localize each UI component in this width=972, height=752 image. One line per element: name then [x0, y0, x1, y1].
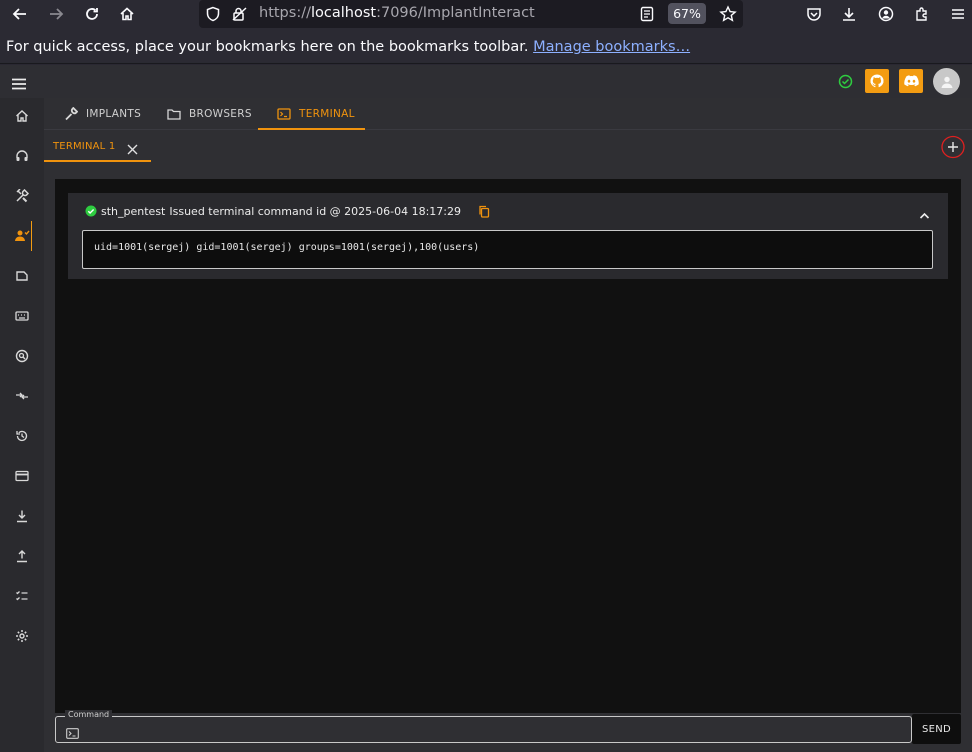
command-input[interactable]: Command — [55, 710, 912, 743]
url-scheme: https:// — [259, 5, 311, 21]
connected-status-icon — [838, 74, 853, 93]
tab-terminal[interactable]: TERMINAL — [277, 98, 355, 130]
bookmarks-message: For quick access, place your bookmarks h… — [6, 39, 690, 55]
upload-icon — [17, 550, 27, 563]
hamburger-menu-icon[interactable] — [11, 75, 27, 94]
users-icon — [15, 230, 30, 241]
command-user: sth_pentest — [101, 204, 166, 218]
folder-icon — [167, 109, 181, 120]
sidebar-item-download[interactable] — [0, 501, 44, 531]
wrench-icon — [65, 107, 78, 121]
history-icon — [16, 430, 28, 442]
terminal-icon — [277, 108, 291, 120]
extensions-icon[interactable] — [911, 3, 933, 25]
shield-icon[interactable] — [205, 6, 221, 26]
send-button[interactable]: SEND — [912, 714, 961, 744]
bookmark-star-icon[interactable] — [719, 5, 737, 27]
sidebar-item-home[interactable] — [0, 101, 44, 131]
tab-implants-label: IMPLANTS — [86, 108, 142, 120]
pocket-icon[interactable] — [803, 3, 825, 25]
sidebar-item-history[interactable] — [0, 421, 44, 451]
url-host: localhost — [310, 5, 377, 21]
terminal-tab-label: TERMINAL 1 — [53, 140, 116, 152]
add-terminal-button[interactable] — [941, 135, 965, 159]
downloads-icon[interactable] — [838, 3, 860, 25]
command-header: sth_pentest Issued terminal command id @… — [85, 203, 490, 219]
url-path: :7096/ImplantInteract — [376, 5, 535, 21]
app-bar — [0, 65, 972, 98]
github-icon[interactable] — [865, 69, 889, 93]
insecure-lock-icon[interactable] — [231, 6, 249, 26]
success-check-icon — [85, 205, 97, 217]
avatar[interactable] — [933, 68, 960, 95]
sidebar — [0, 98, 44, 752]
gear-icon — [16, 630, 28, 642]
sidebar-item-settings[interactable] — [0, 621, 44, 651]
browser-toolbar: https://localhost:7096/ImplantInteract 6… — [0, 0, 972, 28]
subtab-indicator — [44, 160, 151, 162]
sidebar-item-upload[interactable] — [0, 541, 44, 571]
sidebar-item-keylogger[interactable] — [0, 301, 44, 331]
zoom-level[interactable]: 67% — [668, 3, 706, 24]
terminal-tabs: TERMINAL 1 — [44, 130, 972, 162]
sidebar-item-files[interactable] — [0, 261, 44, 291]
plus-icon — [941, 135, 965, 159]
checklist-icon — [16, 591, 28, 601]
sidebar-item-payments[interactable] — [0, 461, 44, 491]
discord-icon[interactable] — [899, 69, 923, 93]
command-meta: Issued terminal command id @ 2025-06-04 … — [169, 204, 462, 218]
tab-browsers[interactable]: BROWSERS — [167, 98, 252, 130]
top-tabs: IMPLANTS BROWSERS TERMINAL — [44, 98, 972, 130]
tab-terminal-label: TERMINAL — [299, 108, 355, 120]
main-content: IMPLANTS BROWSERS TERMINAL TERMINAL 1 st… — [44, 98, 972, 752]
sidebar-item-implants[interactable] — [0, 221, 44, 251]
home-icon — [16, 110, 28, 122]
copy-icon[interactable] — [478, 205, 490, 218]
sidebar-item-tools[interactable] — [0, 181, 44, 211]
url-text[interactable]: https://localhost:7096/ImplantInteract — [259, 5, 535, 21]
swap-icon — [16, 392, 28, 400]
collapse-chevron-icon[interactable] — [919, 205, 930, 224]
tab-implants[interactable]: IMPLANTS — [64, 98, 141, 130]
file-icon — [16, 271, 28, 281]
account-icon[interactable] — [875, 3, 897, 25]
download-icon — [17, 510, 27, 523]
sidebar-item-tasks[interactable] — [0, 581, 44, 611]
manage-bookmarks-link[interactable]: Manage bookmarks… — [533, 39, 690, 55]
tab-browsers-label: BROWSERS — [189, 108, 252, 120]
card-icon — [15, 470, 29, 482]
sidebar-item-listeners[interactable] — [0, 141, 44, 171]
forward-icon[interactable] — [45, 3, 67, 25]
reader-view-icon[interactable] — [640, 6, 654, 26]
bookmarks-toolbar: For quick access, place your bookmarks h… — [0, 28, 972, 64]
terminal-output: sth_pentest Issued terminal command id @… — [55, 179, 961, 713]
address-bar[interactable]: https://localhost:7096/ImplantInteract 6… — [199, 0, 743, 28]
reload-icon[interactable] — [81, 3, 103, 25]
bookmarks-hint: For quick access, place your bookmarks h… — [6, 39, 529, 55]
sidebar-item-search[interactable] — [0, 341, 44, 371]
tools-icon — [16, 189, 29, 203]
back-icon[interactable] — [9, 3, 31, 25]
close-icon[interactable] — [127, 140, 138, 159]
menu-icon[interactable] — [947, 3, 969, 25]
command-output: uid=1001(sergej) gid=1001(sergej) groups… — [82, 230, 933, 269]
keyboard-icon — [15, 311, 29, 321]
sidebar-item-pivot[interactable] — [0, 381, 44, 411]
command-card: sth_pentest Issued terminal command id @… — [68, 193, 948, 279]
home-browser-icon[interactable] — [116, 3, 138, 25]
command-input-label: Command — [65, 710, 113, 719]
search-settings-icon — [15, 349, 29, 363]
headset-icon — [16, 150, 28, 161]
terminal-prompt-icon — [66, 724, 79, 743]
